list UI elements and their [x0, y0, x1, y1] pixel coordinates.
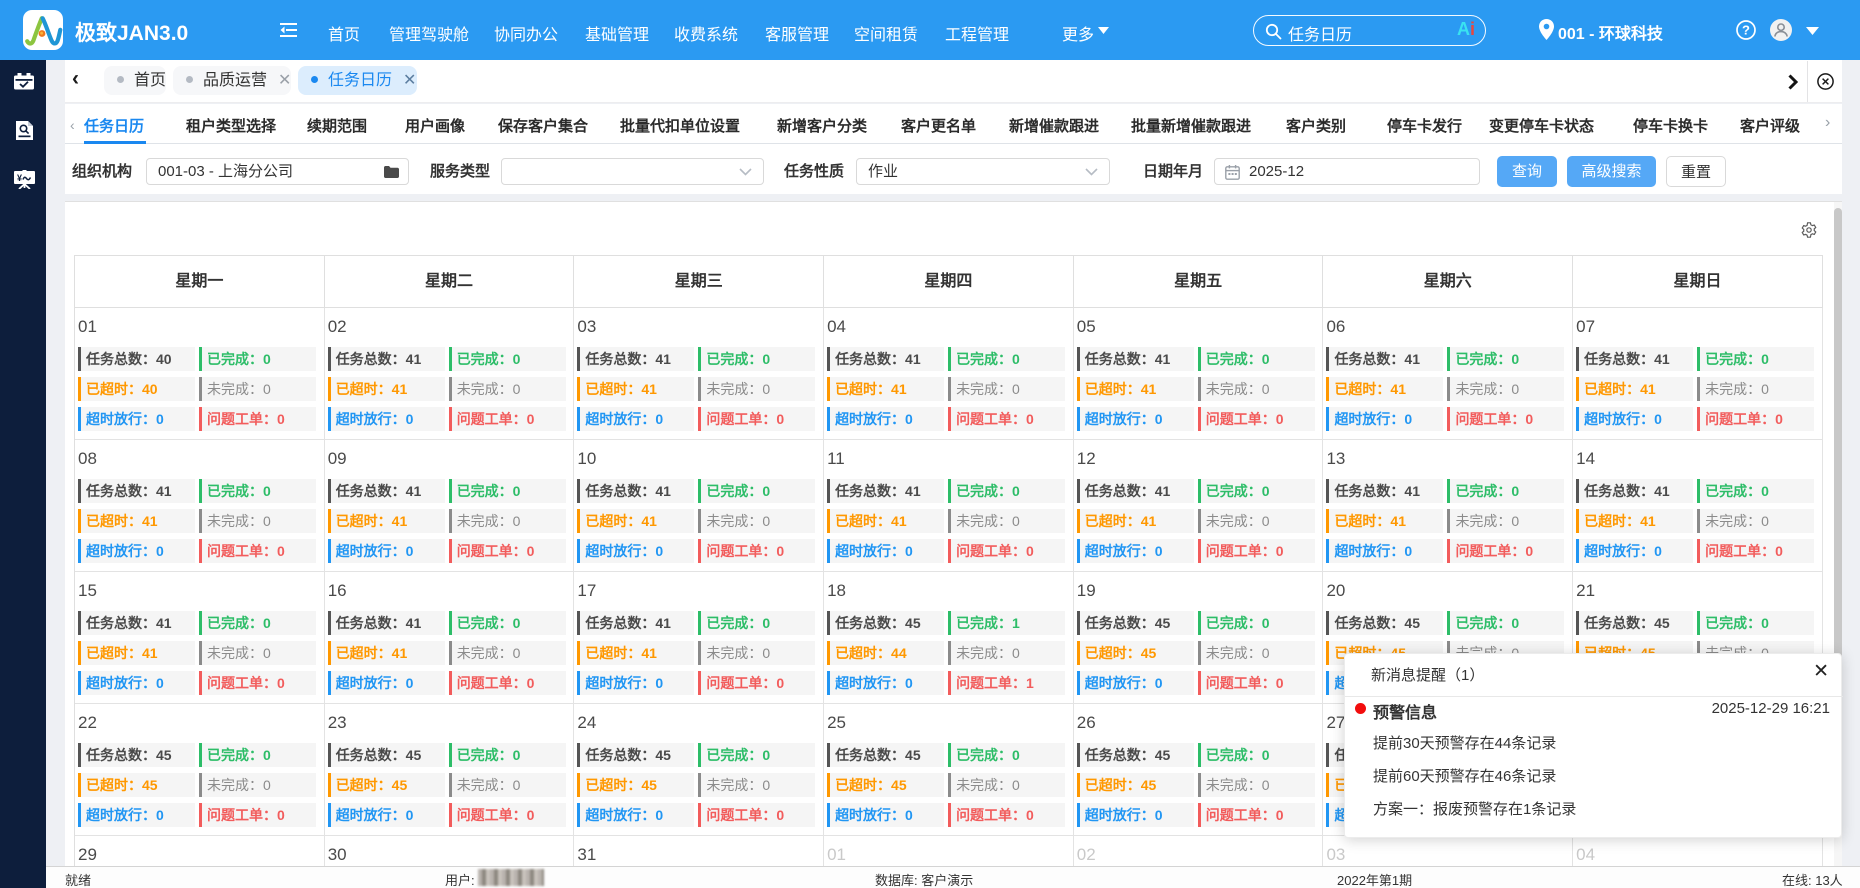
- svg-text:?: ?: [1742, 23, 1750, 38]
- svg-text:¥: ¥: [17, 173, 22, 183]
